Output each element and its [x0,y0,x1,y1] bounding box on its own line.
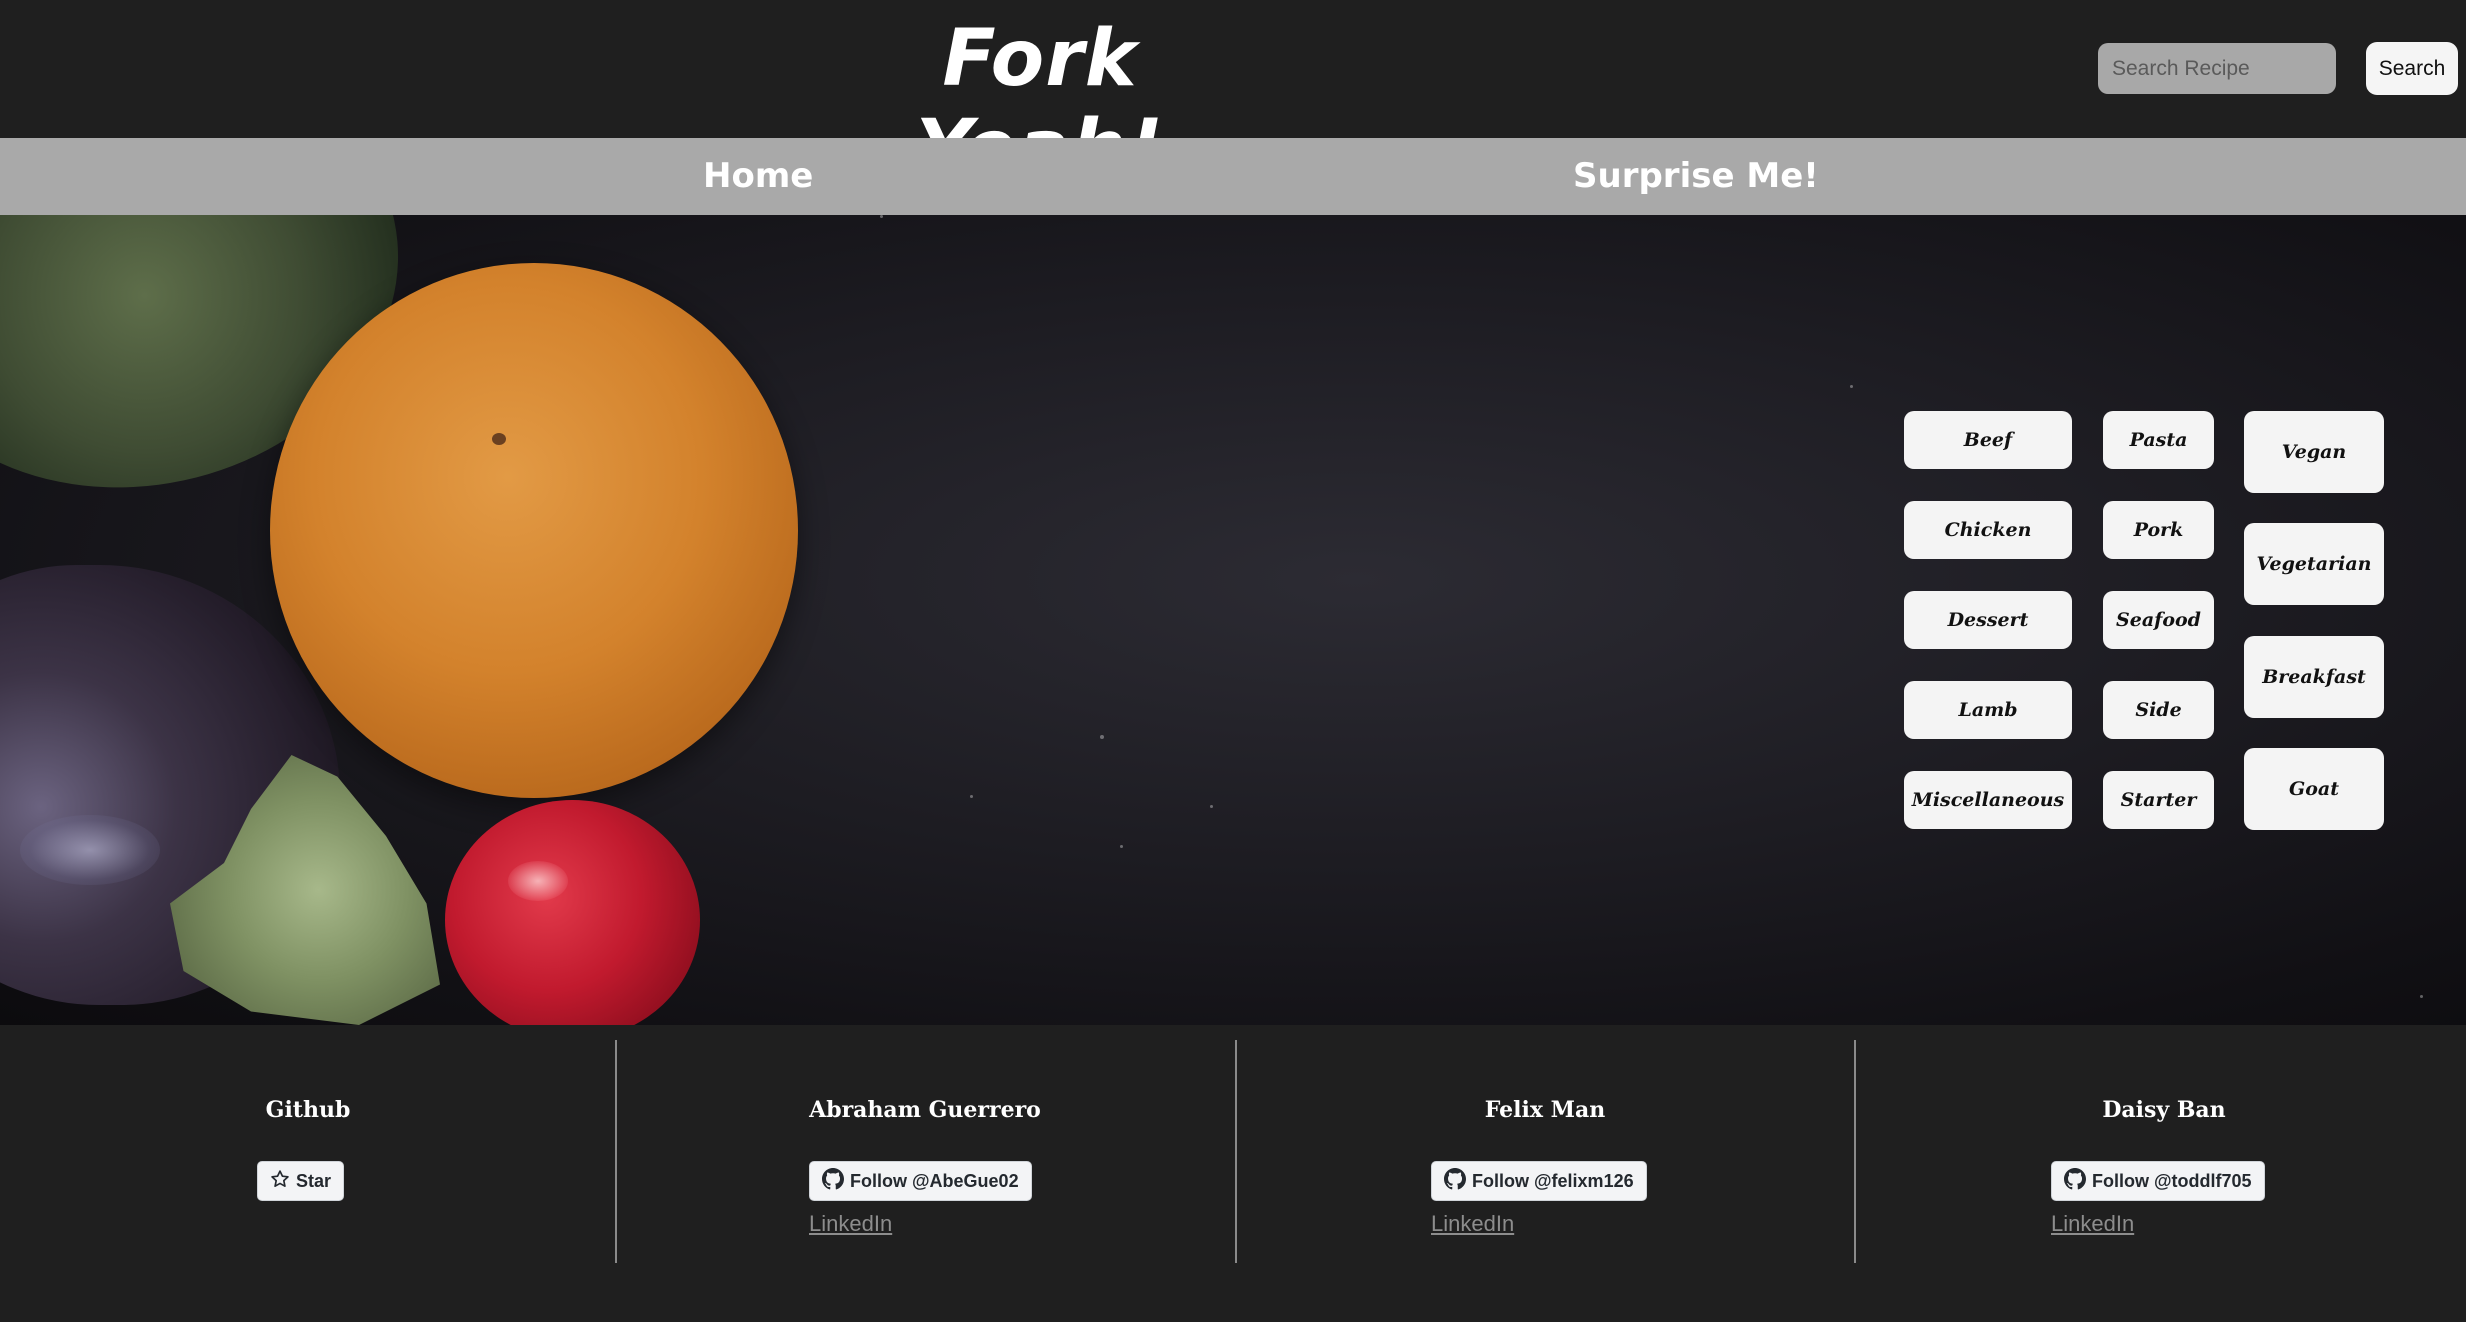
category-button-vegan[interactable]: Vegan [2244,411,2384,493]
category-button-seafood[interactable]: Seafood [2103,591,2214,649]
nav-bar: Home Surprise Me! [0,138,2466,215]
github-follow-label: Follow @AbeGue02 [850,1170,1019,1191]
linkedin-link[interactable]: LinkedIn [809,1211,892,1237]
github-icon [1444,1167,1466,1195]
nav-home-link[interactable]: Home [703,156,813,196]
member-name: Abraham Guerrero [809,1097,1041,1123]
search-input[interactable] [2098,43,2336,94]
github-follow-button[interactable]: Follow @felixm126 [1431,1161,1647,1201]
hero-banner: Beef Chicken Dessert Lamb Miscellaneous … [0,215,2466,1025]
site-header: Fork Yeah! Search [0,0,2466,194]
site-footer: Github Star Abraham Guerrero Follow @Abe… [0,1025,2466,1322]
category-button-dessert[interactable]: Dessert [1904,591,2072,649]
category-button-miscellaneous[interactable]: Miscellaneous [1904,771,2072,829]
github-follow-label: Follow @felixm126 [1472,1170,1634,1191]
footer-member-column: Felix Man Follow @felixm126 LinkedIn [1237,1025,1853,1322]
footer-github-column: Github Star [0,1025,616,1322]
github-star-label: Star [296,1170,332,1191]
member-name: Felix Man [1484,1097,1606,1123]
github-star-button[interactable]: Star [257,1161,345,1201]
category-button-breakfast[interactable]: Breakfast [2244,636,2384,718]
github-follow-button[interactable]: Follow @toddlf705 [2051,1161,2265,1201]
search-button[interactable]: Search [2366,42,2458,95]
github-follow-button[interactable]: Follow @AbeGue02 [809,1161,1032,1201]
category-button-lamb[interactable]: Lamb [1904,681,2072,739]
footer-github-heading: Github [265,1097,351,1123]
star-icon [270,1169,290,1194]
footer-member-column: Daisy Ban Follow @toddlf705 LinkedIn [1856,1025,2466,1322]
member-name: Daisy Ban [2102,1097,2226,1123]
linkedin-link[interactable]: LinkedIn [1431,1211,1514,1237]
github-icon [2064,1167,2086,1195]
category-button-starter[interactable]: Starter [2103,771,2214,829]
linkedin-link[interactable]: LinkedIn [2051,1211,2134,1237]
category-button-side[interactable]: Side [2103,681,2214,739]
category-button-vegetarian[interactable]: Vegetarian [2244,523,2384,605]
category-button-chicken[interactable]: Chicken [1904,501,2072,559]
github-follow-label: Follow @toddlf705 [2092,1170,2252,1191]
nav-surprise-link[interactable]: Surprise Me! [1573,156,1819,196]
category-button-pasta[interactable]: Pasta [2103,411,2214,469]
github-icon [822,1167,844,1195]
category-button-beef[interactable]: Beef [1904,411,2072,469]
category-button-goat[interactable]: Goat [2244,748,2384,830]
footer-member-column: Abraham Guerrero Follow @AbeGue02 Linked… [617,1025,1233,1322]
category-button-pork[interactable]: Pork [2103,501,2214,559]
